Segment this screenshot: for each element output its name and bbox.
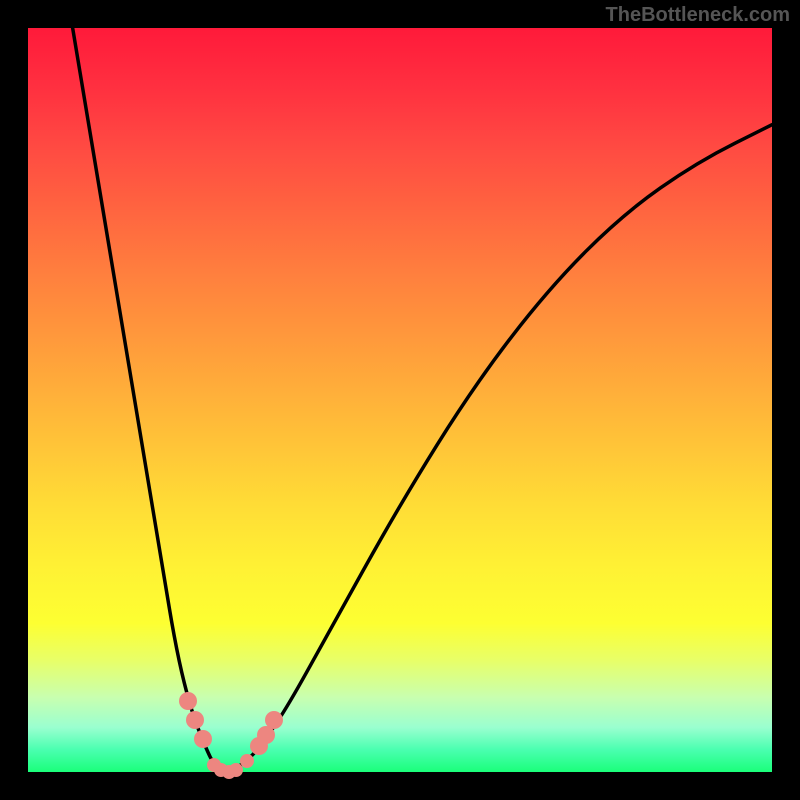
chart-curves — [28, 28, 772, 772]
data-marker — [265, 711, 283, 729]
left-curve-path — [73, 28, 229, 772]
data-marker — [186, 711, 204, 729]
watermark-text: TheBottleneck.com — [606, 4, 790, 27]
chart-plot-area — [28, 28, 772, 772]
data-marker — [179, 692, 197, 710]
data-marker — [194, 730, 212, 748]
right-curve-path — [229, 125, 772, 772]
data-marker — [240, 754, 254, 768]
